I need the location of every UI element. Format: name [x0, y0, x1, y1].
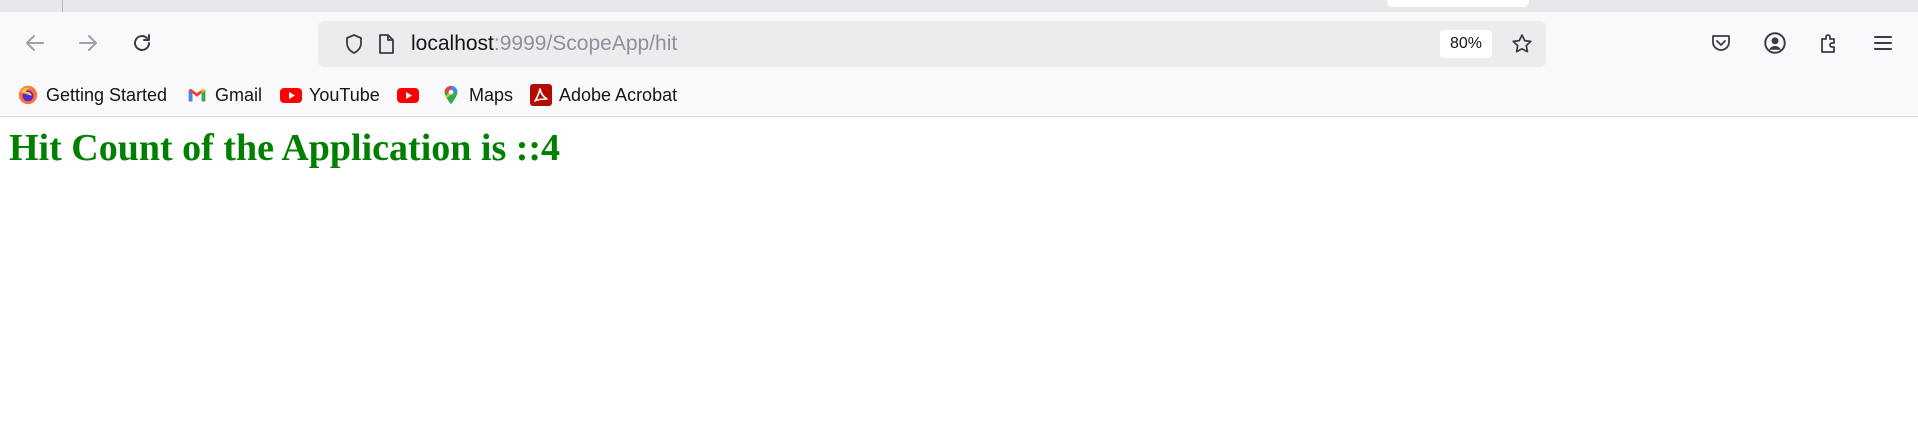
- youtube-icon: [279, 83, 303, 107]
- bookmark-gmail[interactable]: Gmail: [185, 83, 262, 107]
- reload-icon: [134, 34, 150, 51]
- bookmark-label: Getting Started: [46, 85, 168, 105]
- bookmark-label: YouTube: [309, 85, 380, 105]
- bookmark-youtube[interactable]: YouTube: [279, 83, 380, 107]
- address-bar[interactable]: localhost:9999/ScopeApp/hit 80%: [318, 21, 1546, 67]
- bookmark-label: Gmail: [215, 85, 263, 105]
- bookmark-youtube-2[interactable]: [396, 83, 426, 107]
- tab-strip: [0, 0, 1918, 12]
- extensions-icon: [1821, 34, 1835, 53]
- account-button[interactable]: [1757, 25, 1793, 61]
- gmail-icon: [185, 83, 209, 107]
- bookmark-label: Adobe Acrobat: [559, 85, 678, 105]
- menu-button[interactable]: [1865, 25, 1901, 61]
- bookmark-label: Maps: [469, 85, 514, 105]
- navigation-toolbar: localhost:9999/ScopeApp/hit 80%: [0, 12, 1918, 74]
- arrow-right-icon: [79, 35, 97, 51]
- bookmark-maps[interactable]: Maps: [439, 83, 513, 107]
- bookmarks-toolbar: Getting Started Gmail YouTube Maps Adobe…: [0, 74, 1918, 117]
- url-path: :9999/ScopeApp/hit: [493, 32, 678, 55]
- shield-icon[interactable]: [342, 32, 366, 56]
- adobe-acrobat-icon: [529, 83, 553, 107]
- account-icon: [1764, 32, 1786, 54]
- bookmark-adobe-acrobat[interactable]: Adobe Acrobat: [529, 83, 677, 107]
- arrow-left-icon: [26, 35, 44, 51]
- active-tab-edge[interactable]: [1387, 0, 1529, 7]
- reload-button[interactable]: [124, 25, 160, 61]
- back-button[interactable]: [17, 25, 53, 61]
- maps-icon: [439, 83, 463, 107]
- url-text[interactable]: localhost:9999/ScopeApp/hit: [411, 32, 677, 56]
- pocket-icon: [1712, 35, 1730, 51]
- page-content: Hit Count of the Application is ::4: [0, 117, 1918, 439]
- star-icon[interactable]: [1510, 32, 1534, 56]
- forward-button[interactable]: [70, 25, 106, 61]
- firefox-icon: [16, 83, 40, 107]
- bookmark-getting-started[interactable]: Getting Started: [16, 83, 167, 107]
- page-icon[interactable]: [374, 32, 398, 56]
- hit-count-heading: Hit Count of the Application is ::4: [9, 127, 561, 169]
- extensions-button[interactable]: [1811, 25, 1847, 61]
- pocket-button[interactable]: [1703, 25, 1739, 61]
- menu-icon: [1874, 36, 1892, 50]
- zoom-level-button[interactable]: 80%: [1440, 30, 1492, 58]
- url-host: localhost: [411, 32, 494, 55]
- tab-separator: [62, 0, 63, 12]
- youtube-icon: [396, 83, 420, 107]
